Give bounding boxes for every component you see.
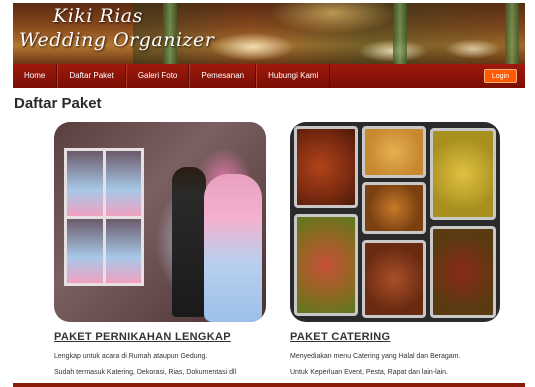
package-title-wedding[interactable]: PAKET PERNIKAHAN LENGKAP (54, 331, 231, 343)
page-frame: Kiki Rias Wedding Organizer Home Daftar … (13, 3, 525, 387)
photo-collage (64, 148, 144, 286)
food-tray (430, 226, 496, 318)
nav-item-home[interactable]: Home (13, 64, 58, 88)
nav-item-daftar-paket[interactable]: Daftar Paket (57, 64, 126, 88)
food-tray (294, 126, 358, 208)
food-tray (362, 126, 426, 178)
page-title: Daftar Paket (14, 95, 102, 112)
wedding-package-image[interactable] (54, 122, 266, 322)
food-tray (362, 240, 426, 318)
package-desc-catering-2: Untuk Keperluan Event, Pesta, Rapat dan … (290, 369, 448, 376)
nav-item-galeri-foto[interactable]: Galeri Foto (125, 64, 190, 88)
package-title-catering[interactable]: PAKET CATERING (290, 331, 390, 343)
bride-figure (204, 174, 262, 322)
food-tray (294, 214, 358, 316)
brand-logo-line1: Kiki Rias (53, 5, 143, 27)
food-tray (362, 182, 426, 234)
catering-package-image[interactable] (290, 122, 500, 322)
login-button[interactable]: Login (483, 69, 517, 83)
package-desc-catering-1: Menyediakan menu Catering yang Halal dan… (290, 353, 461, 360)
nav-item-hubungi-kami[interactable]: Hubungi Kami (256, 64, 331, 88)
package-desc-wedding-2: Sudah termasuk Katering, Dekorasi, Rias,… (54, 369, 237, 376)
main-nav: Home Daftar Paket Galeri Foto Pemesanan … (13, 64, 525, 88)
food-tray (430, 128, 496, 220)
banner-decoration (393, 3, 407, 64)
groom-figure (172, 167, 206, 317)
brand-logo-line2: Wedding Organizer (19, 29, 215, 51)
package-desc-wedding-1: Lengkap untuk acara di Rumah ataupun Ged… (54, 353, 208, 360)
header-banner: Kiki Rias Wedding Organizer (13, 3, 525, 64)
nav-item-pemesanan[interactable]: Pemesanan (189, 64, 257, 88)
footer-bar (13, 383, 525, 387)
banner-decoration (505, 3, 519, 64)
